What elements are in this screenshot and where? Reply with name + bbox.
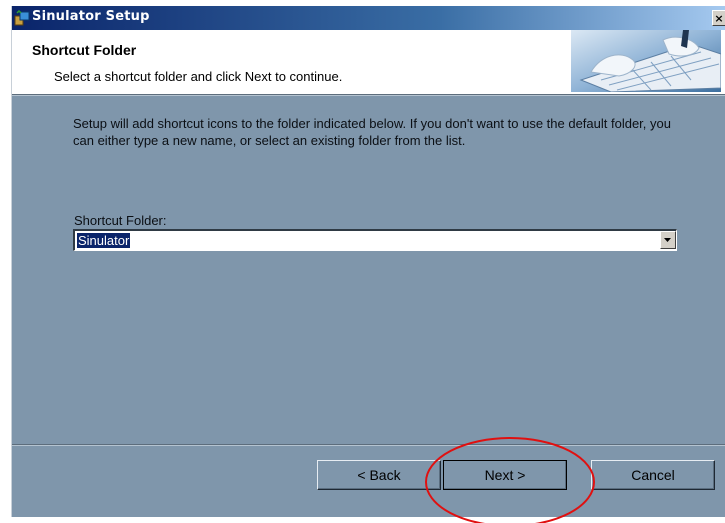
page-subtitle: Select a shortcut folder and click Next … — [54, 69, 343, 84]
footer-divider-highlight — [12, 445, 725, 446]
title-bar[interactable]: Sinulator Setup × — [12, 6, 725, 30]
keyboard-hands-graphic — [571, 30, 722, 93]
next-button[interactable]: Next > — [443, 460, 567, 490]
close-button[interactable]: × — [712, 10, 725, 26]
window-title: Sinulator Setup — [32, 9, 150, 24]
shortcut-folder-combobox[interactable]: Sinulator — [73, 229, 677, 251]
header-banner: Shortcut Folder Select a shortcut folder… — [12, 30, 725, 94]
instruction-text: Setup will add shortcut icons to the fol… — [73, 116, 671, 148]
shortcut-folder-input[interactable]: Sinulator — [77, 233, 131, 248]
setup-installer-icon — [14, 9, 30, 26]
chevron-down-icon — [664, 238, 671, 242]
page-title: Shortcut Folder — [32, 42, 137, 58]
combobox-dropdown-button[interactable] — [660, 231, 676, 249]
close-icon: × — [714, 12, 724, 25]
banner-divider-highlight — [12, 95, 725, 96]
cancel-button[interactable]: Cancel — [591, 460, 715, 490]
back-button[interactable]: < Back — [317, 460, 441, 490]
shortcut-folder-label: Shortcut Folder: — [74, 213, 167, 228]
setup-dialog-window: Sinulator Setup × Shortcut Folder Select… — [11, 6, 725, 523]
